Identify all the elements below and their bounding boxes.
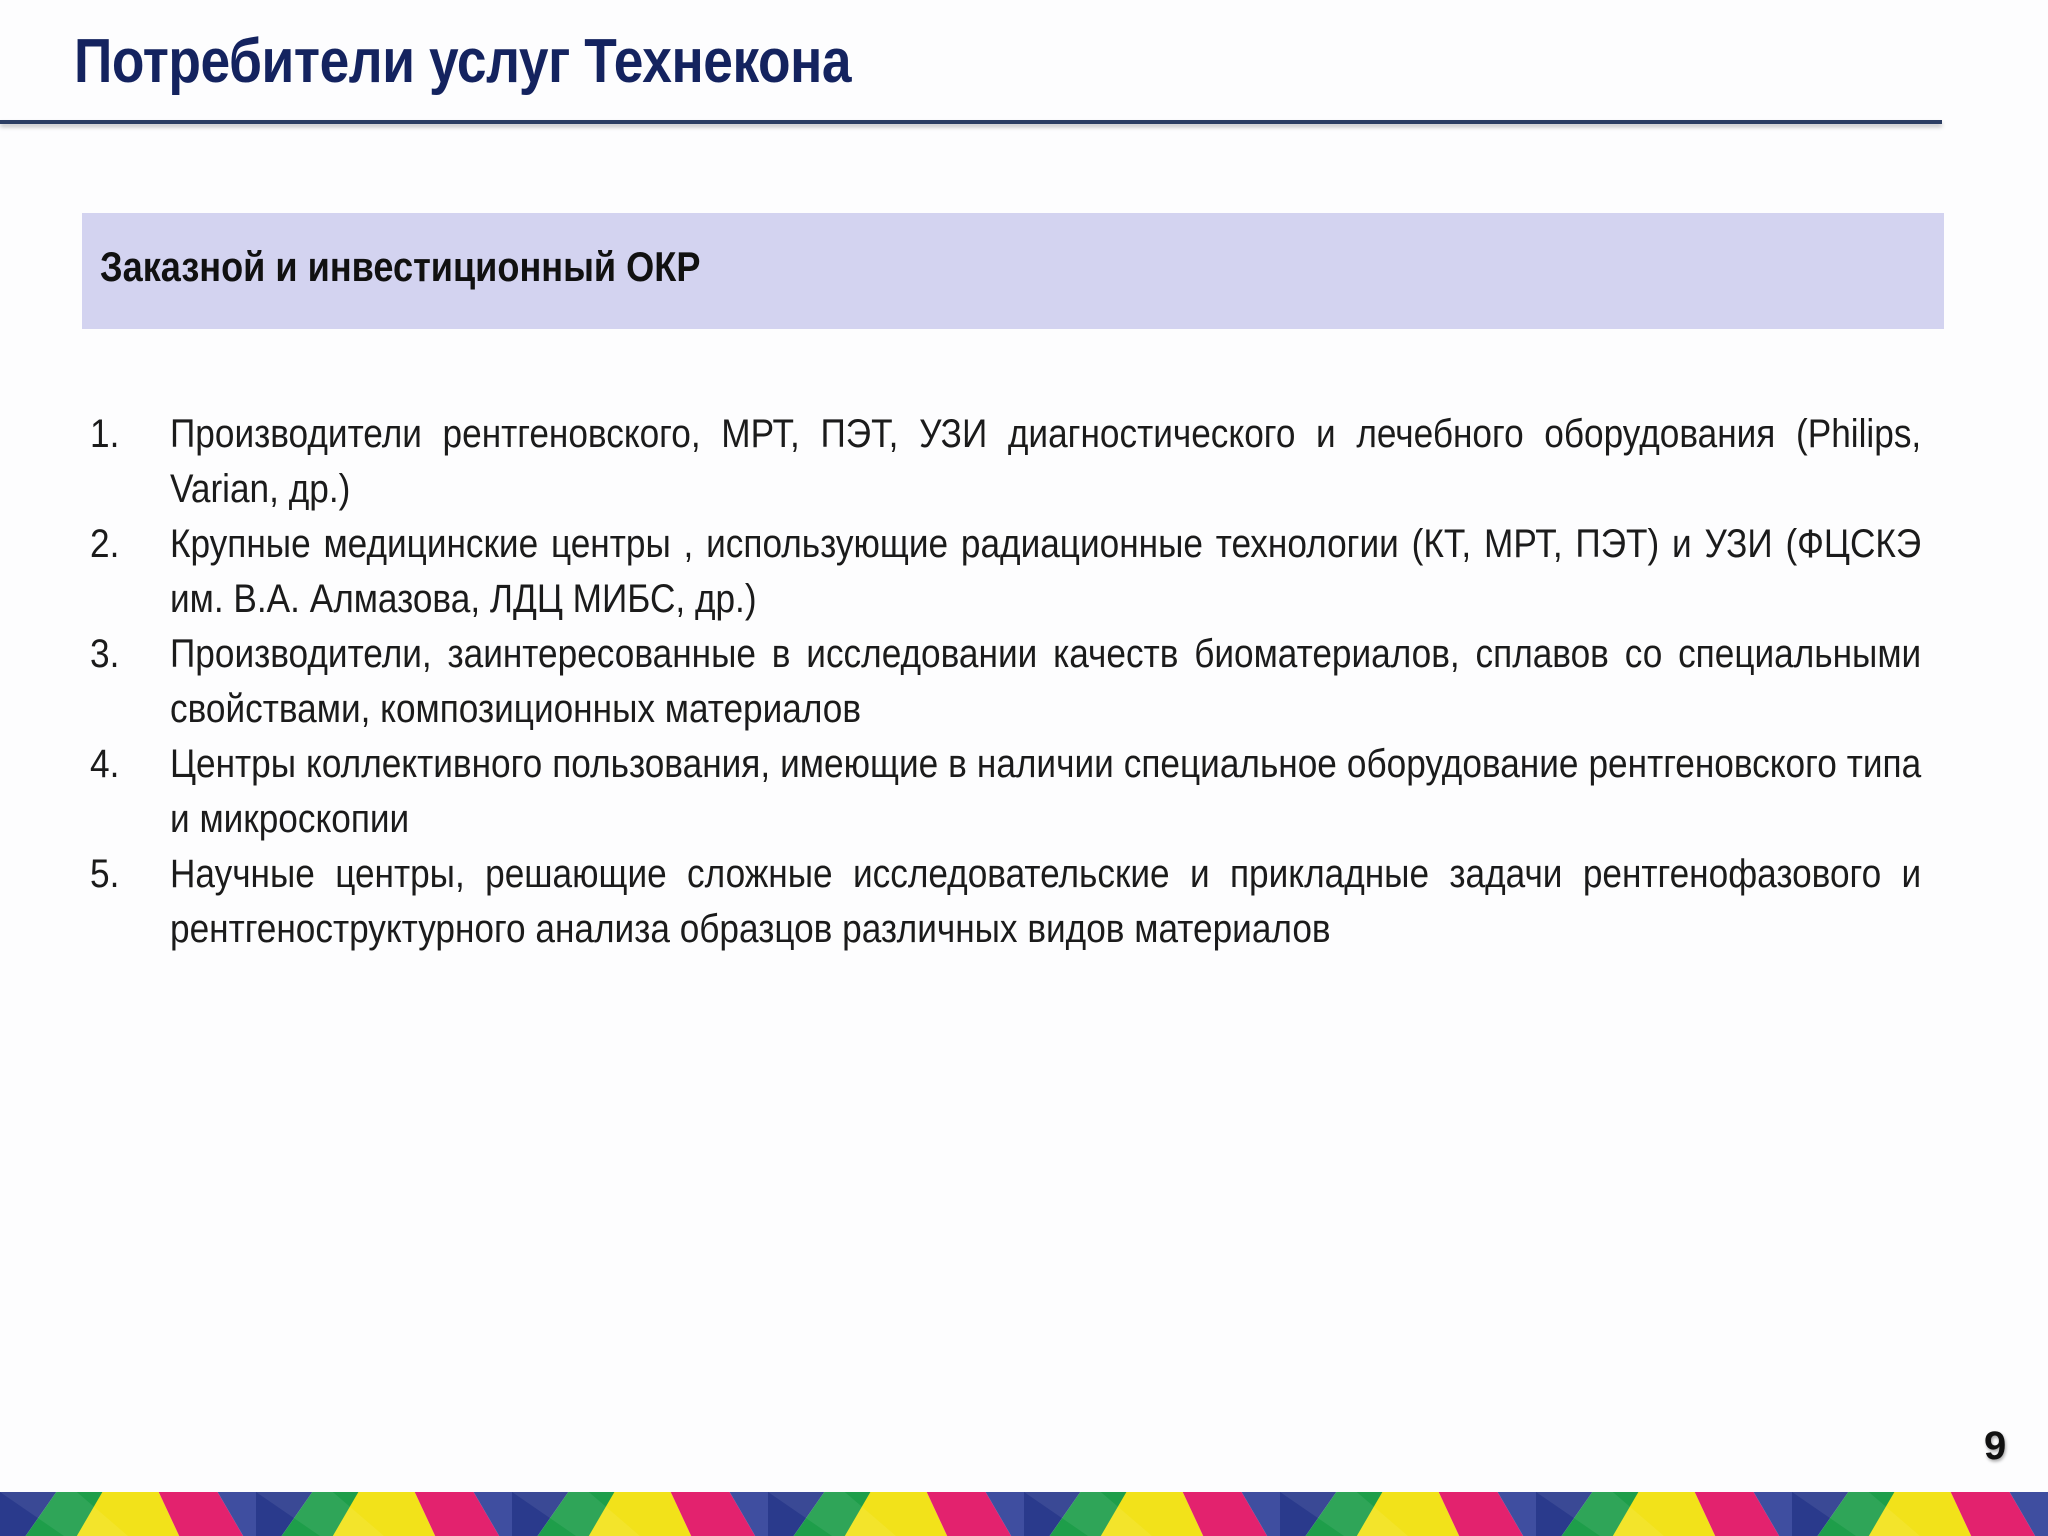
title-underline [0, 120, 1942, 124]
list-item: 3. Производители, заинтересованные в исс… [90, 627, 1922, 737]
list-item: 4. Центры коллективного пользования, име… [90, 737, 1922, 847]
section-header-band: Заказной и инвестиционный ОКР [82, 213, 1944, 329]
list-item-number: 3. [90, 632, 120, 676]
list-item-number: 4. [90, 742, 120, 786]
section-header-label: Заказной и инвестиционный ОКР [100, 243, 701, 290]
slide-title: Потребители услуг Технекона [74, 27, 852, 96]
list-item: 5. Научные центры, решающие сложные иссл… [90, 847, 1922, 957]
list-item-text: Производители рентгеновского, МРТ, ПЭТ, … [170, 412, 1922, 511]
list-item: 2. Крупные медицинские центры , использу… [90, 517, 1922, 627]
list-item: 1. Производители рентгеновского, МРТ, ПЭ… [90, 407, 1922, 517]
list-item-text: Крупные медицинские центры , использующи… [170, 522, 1922, 621]
list-item-text: Научные центры, решающие сложные исследо… [170, 852, 1922, 951]
footer-color-strip [0, 1492, 2048, 1536]
page-number: 9 [1984, 1424, 2007, 1468]
list-item-text: Производители, заинтересованные в исслед… [170, 632, 1922, 731]
list-item-text: Центры коллективного пользования, имеющи… [170, 742, 1922, 841]
list-item-number: 1. [90, 412, 120, 456]
list-item-number: 2. [90, 522, 120, 566]
list-item-number: 5. [90, 852, 120, 896]
consumer-list: 1. Производители рентгеновского, МРТ, ПЭ… [90, 407, 1922, 957]
slide: Потребители услуг Технекона Заказной и и… [0, 0, 2048, 1536]
